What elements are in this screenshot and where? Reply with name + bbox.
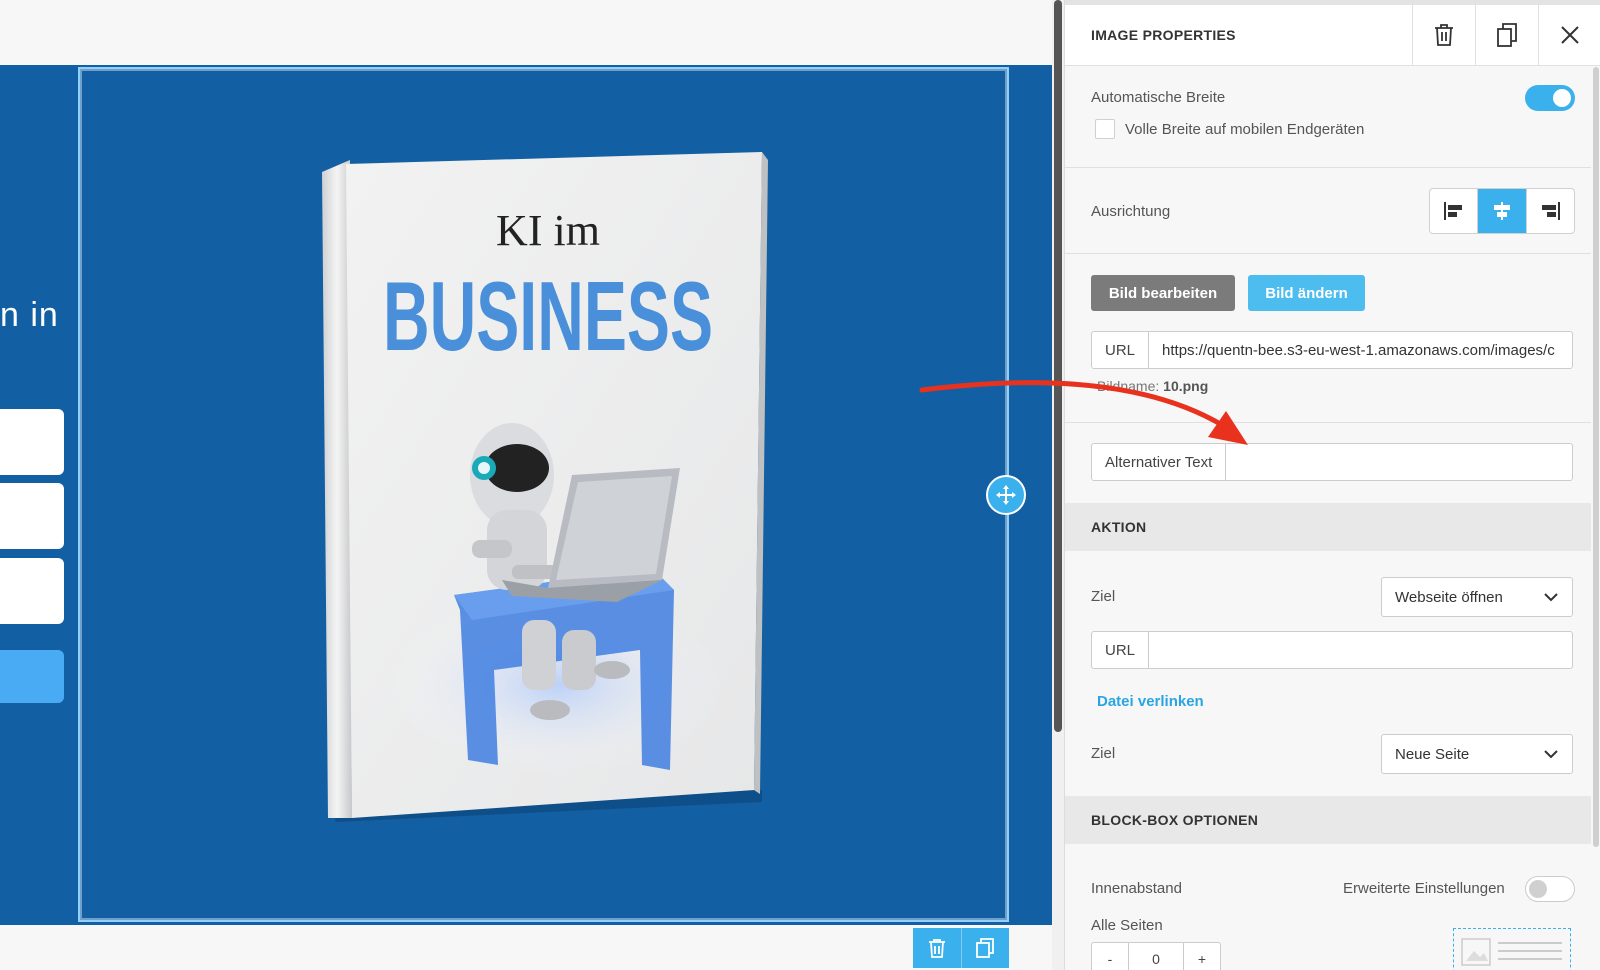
blockbox-section-title: BLOCK-BOX OPTIONEN <box>1091 812 1259 828</box>
image-url-group: URL https://quentn-bee.s3-eu-west-1.amaz… <box>1091 331 1573 369</box>
auto-width-label: Automatische Breite <box>1091 89 1226 106</box>
alignment-button-group <box>1429 188 1575 234</box>
advanced-settings-toggle[interactable] <box>1525 876 1575 902</box>
panel-header: IMAGE PROPERTIES <box>1065 5 1600 66</box>
move-handle-icon[interactable] <box>986 475 1026 515</box>
stepper-plus-button[interactable]: + <box>1183 943 1220 970</box>
action-section-title: AKTION <box>1091 519 1147 535</box>
change-image-button[interactable]: Bild ändern <box>1248 275 1365 311</box>
form-field-1[interactable] <box>0 409 64 475</box>
target-label: Ziel <box>1091 588 1116 605</box>
action-section-header[interactable]: AKTION <box>1065 503 1591 551</box>
delete-trash-icon[interactable] <box>1412 5 1475 65</box>
image-name-text: Bildname: 10.png <box>1097 378 1208 394</box>
duplicate-copy-icon[interactable] <box>1475 5 1538 65</box>
image-name-value: 10.png <box>1163 378 1209 394</box>
form-submit-button[interactable] <box>0 650 64 703</box>
edit-image-button[interactable]: Bild bearbeiten <box>1091 275 1235 311</box>
form-field-2[interactable] <box>0 483 64 549</box>
image-name-label: Bildname: <box>1097 378 1160 394</box>
panel-scrollbar[interactable] <box>1591 65 1600 970</box>
editor-canvas[interactable]: n in KI im BUSINESS <box>0 0 1064 970</box>
canvas-scrollbar[interactable] <box>1052 0 1064 970</box>
close-icon[interactable] <box>1538 5 1600 65</box>
auto-width-toggle[interactable] <box>1525 85 1575 111</box>
target-select-value: Webseite öffnen <box>1395 589 1503 606</box>
block-delete-trash-icon[interactable] <box>913 928 961 968</box>
link-url-addon: URL <box>1092 632 1150 668</box>
align-left-icon[interactable] <box>1430 189 1477 233</box>
chevron-down-icon <box>1544 593 1558 602</box>
link-file-link[interactable]: Datei verlinken <box>1097 693 1204 710</box>
full-width-mobile-checkbox[interactable] <box>1095 119 1115 139</box>
target-select[interactable]: Webseite öffnen <box>1381 577 1573 617</box>
stepper-value-input[interactable]: 0 <box>1129 943 1183 970</box>
block-duplicate-copy-icon[interactable] <box>960 928 1010 968</box>
link-url-group: URL <box>1091 631 1573 669</box>
link-url-input[interactable] <box>1149 632 1572 668</box>
panel-title: IMAGE PROPERTIES <box>1091 27 1236 43</box>
target2-label: Ziel <box>1091 745 1116 762</box>
all-sides-label: Alle Seiten <box>1091 917 1163 934</box>
form-field-3[interactable] <box>0 558 64 624</box>
chevron-down-icon <box>1544 750 1558 759</box>
image-url-addon: URL <box>1092 332 1150 368</box>
align-right-icon[interactable] <box>1525 189 1574 233</box>
alignment-label: Ausrichtung <box>1091 203 1171 220</box>
selected-image-outline[interactable] <box>78 67 1009 922</box>
alt-text-group: Alternativer Text <box>1091 443 1573 481</box>
image-url-input[interactable]: https://quentn-bee.s3-eu-west-1.amazonaw… <box>1149 332 1572 368</box>
padding-label: Innenabstand <box>1091 880 1182 897</box>
partial-heading-text: n in <box>0 296 59 334</box>
block-toolbar <box>913 928 1009 968</box>
padding-stepper: - 0 + <box>1091 942 1221 970</box>
align-center-icon[interactable] <box>1477 189 1526 233</box>
target2-select-value: Neue Seite <box>1395 746 1470 763</box>
alt-text-input[interactable] <box>1226 444 1572 480</box>
stepper-minus-button[interactable]: - <box>1092 943 1129 970</box>
alt-text-addon: Alternativer Text <box>1092 444 1227 480</box>
image-properties-panel: IMAGE PROPERTIES Automatische Breite Vol… <box>1064 0 1600 970</box>
target2-select[interactable]: Neue Seite <box>1381 734 1573 774</box>
advanced-settings-label: Erweiterte Einstellungen <box>1343 880 1505 897</box>
padding-preview-icon <box>1453 928 1571 970</box>
blockbox-section-header[interactable]: BLOCK-BOX OPTIONEN <box>1065 796 1591 844</box>
full-width-mobile-label: Volle Breite auf mobilen Endgeräten <box>1125 121 1365 138</box>
